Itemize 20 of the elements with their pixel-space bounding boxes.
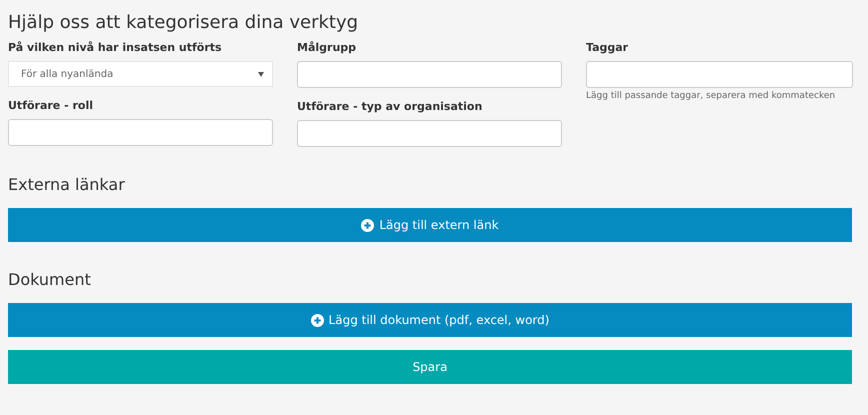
field-label: På vilken nivå har insatsen utförts — [8, 41, 223, 54]
form-title: Hjälp oss att kategorisera dina verktyg — [8, 12, 360, 33]
add-button[interactable]: Lägg till dokument (pdf, excel, word) — [8, 303, 852, 337]
field-label: Taggar — [586, 41, 630, 54]
input-field[interactable] — [586, 61, 853, 88]
help-text: Lägg till passande taggar, separera med kommatecken — [586, 91, 836, 101]
plus-circle-icon — [361, 218, 374, 232]
plus-circle-icon — [310, 314, 324, 326]
field-label: Utförare - typ av organisation — [297, 100, 484, 113]
field-label: Målgrupp — [297, 41, 358, 54]
dropdown[interactable]: För alla nyanlända — [8, 61, 273, 87]
save-button[interactable]: Spara — [8, 350, 852, 384]
add-button[interactable]: Lägg till extern länk — [8, 208, 852, 242]
field-label: Utförare - roll — [8, 99, 94, 112]
input-field[interactable] — [297, 120, 562, 147]
section-heading: Externa länkar — [8, 175, 126, 194]
caret-icon — [258, 72, 264, 76]
input-field[interactable] — [8, 119, 273, 146]
section-heading: Dokument — [8, 270, 92, 289]
input-field[interactable] — [297, 61, 562, 88]
